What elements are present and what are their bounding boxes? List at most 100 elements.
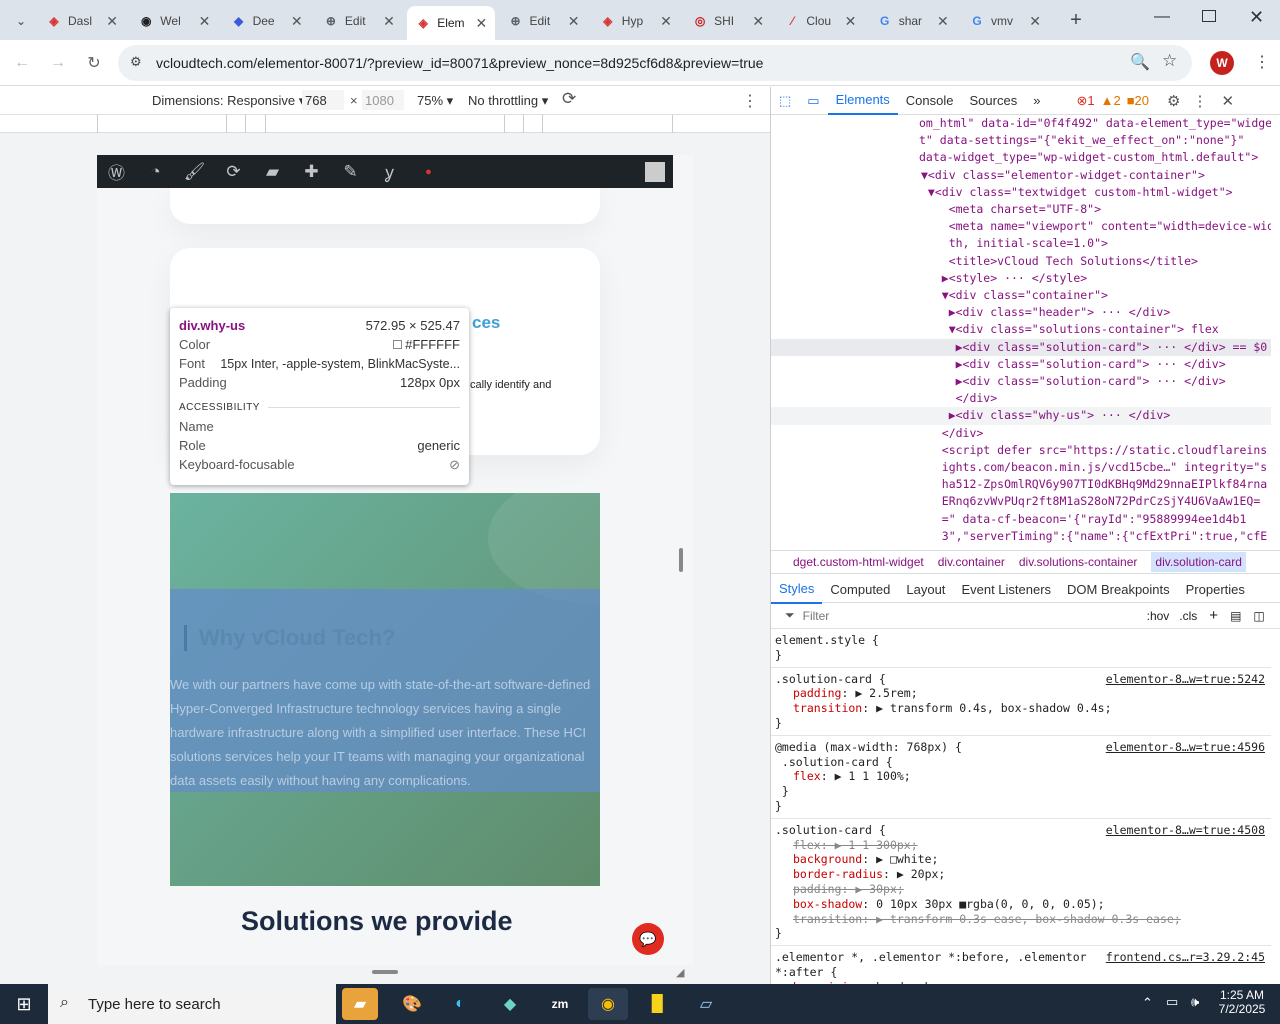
filter-input[interactable]: Filter [803, 609, 1123, 623]
devtools-close-icon[interactable]: ✕ [1221, 92, 1234, 110]
throttling-dropdown[interactable]: No throttling ▾ [468, 93, 548, 109]
breadcrumb-item[interactable]: dget.custom-html-widget [793, 555, 924, 569]
chrome-icon[interactable]: ◉ [588, 988, 628, 1020]
tab-close-icon[interactable]: ✕ [845, 13, 857, 30]
updates-icon[interactable]: ⟳ [214, 155, 253, 188]
dom-line[interactable]: <script defer src="https://static.cloudf… [771, 442, 1271, 459]
customize-brush-icon[interactable]: 🖌 [175, 155, 214, 188]
kebab-menu-icon[interactable]: ⋮ [1254, 52, 1270, 72]
wordpress-logo-icon[interactable]: Ⓦ [97, 155, 136, 188]
browser-tab[interactable]: ◎ SHI ✕ [684, 6, 772, 36]
dom-line[interactable]: ▶<div class="solution-card"> ··· </div> … [771, 338, 1271, 356]
dom-line[interactable]: ▶<div class="solution-card"> ··· </div> [771, 373, 1271, 390]
taskbar-search[interactable]: ⌕ Type here to search [48, 984, 336, 1024]
bookmark-star-icon[interactable]: ☆ [1162, 51, 1177, 71]
tab-close-icon[interactable]: ✕ [106, 13, 118, 30]
resize-corner-icon[interactable]: ◢ [676, 966, 684, 979]
browser-tab[interactable]: ⊕ Edit ✕ [500, 6, 588, 36]
browser-tab[interactable]: ◆ Dee ✕ [223, 6, 311, 36]
zoom-app-icon[interactable]: zm [540, 988, 580, 1020]
resize-handle-right[interactable] [679, 548, 683, 572]
dom-line[interactable]: th, initial-scale=1.0"> [771, 235, 1271, 252]
sticky-notes-icon[interactable]: ▉ [638, 988, 678, 1020]
dom-line[interactable]: ▶<div class="why-us"> ··· </div> [771, 407, 1271, 425]
css-property[interactable]: padding: ▶ 2.5rem; [775, 686, 1267, 701]
dom-line[interactable]: =" data-cf-beacon='{"rayId":"95889994ee1… [771, 511, 1271, 528]
hov-button[interactable]: :hov [1147, 609, 1170, 623]
styles-tab-properties[interactable]: Properties [1178, 576, 1253, 604]
address-bar[interactable]: ⚙ vcloudtech.com/elementor-80071/?previe… [118, 45, 1192, 81]
cls-button[interactable]: .cls [1179, 609, 1197, 623]
dom-line[interactable]: ha512-ZpsOmlRQV6y907TI0dKBHq9Md29nnaEIPl… [771, 476, 1271, 493]
styles-tab-dom-breakpoints[interactable]: DOM Breakpoints [1059, 576, 1178, 604]
minimize-button[interactable]: — [1154, 8, 1170, 26]
new-content-icon[interactable]: ✚ [292, 155, 331, 188]
rule-source-link[interactable]: elementor-8…w=true:5242 [1106, 672, 1265, 687]
tab-close-icon[interactable]: ✕ [1029, 13, 1041, 30]
tab-close-icon[interactable]: ✕ [199, 13, 211, 30]
tab-elements[interactable]: Elements [827, 87, 898, 115]
resize-handle-bottom[interactable] [372, 970, 398, 974]
tab-close-icon[interactable]: ✕ [568, 13, 580, 30]
close-window-button[interactable]: ✕ [1249, 7, 1264, 28]
notepad-icon[interactable]: ▱ [686, 988, 726, 1020]
css-property[interactable]: flex: ▶ 1 1 300px; [775, 838, 1267, 853]
dom-line[interactable]: data-widget_type="wp-widget-custom_html.… [771, 149, 1271, 166]
dom-line[interactable]: <meta name="viewport" content="width=dev… [771, 218, 1271, 235]
media-query-ruler[interactable] [0, 115, 770, 133]
device-options-icon[interactable]: ⋮ [742, 91, 758, 111]
dom-line[interactable]: ERnq6zvWvPUqr2ft8M1aS28oN72PdrCzSjY4U6Va… [771, 493, 1271, 510]
hidden-icons-chevron-icon[interactable]: ⌃ [1142, 995, 1153, 1011]
dom-line[interactable]: ▼<div class="textwidget custom-html-widg… [771, 184, 1271, 201]
tab-sources[interactable]: Sources [962, 87, 1026, 115]
css-property[interactable]: border-radius: ▶ 20px; [775, 867, 1267, 882]
dom-line[interactable]: <title>vCloud Tech Solutions</title> [771, 253, 1271, 270]
tab-close-icon[interactable]: ✕ [752, 13, 764, 30]
tab-console[interactable]: Console [898, 87, 962, 115]
browser-tab[interactable]: ◈ Elem ✕ [407, 6, 496, 40]
back-icon[interactable]: ← [9, 50, 35, 76]
tab-search-icon[interactable]: ⌄ [8, 8, 34, 34]
restore-button[interactable] [1202, 10, 1216, 22]
css-property[interactable]: box-shadow: 0 10px 30px ■rgba(0, 0, 0, 0… [775, 897, 1267, 912]
height-input[interactable]: 1080 [362, 90, 404, 110]
new-tab-button[interactable]: + [1064, 6, 1088, 34]
rule-source-link[interactable]: elementor-8…w=true:4596 [1106, 740, 1265, 755]
dom-line[interactable]: ▼<div class="elementor-widget-container"… [771, 167, 1271, 184]
browser-tab[interactable]: ⊕ Edit ✕ [315, 6, 403, 36]
file-explorer-icon[interactable]: ▰ [342, 988, 378, 1020]
browser-tab[interactable]: Gvmv ✕ [961, 6, 1049, 36]
dom-line[interactable]: ▶<div class="header"> ··· </div> [771, 304, 1271, 321]
volume-icon[interactable]: 🕪 [1191, 994, 1199, 1010]
sidebar-toggle-icon[interactable]: ◫ [1253, 609, 1264, 623]
css-property[interactable]: transition: ▶ transform 0.3s ease, box-s… [775, 912, 1267, 927]
dom-line[interactable]: ights.com/beacon.min.js/vcd15cbe…" integ… [771, 459, 1271, 476]
css-property[interactable]: transition: ▶ transform 0.4s, box-shadow… [775, 701, 1267, 716]
paint-app-icon[interactable]: 🎨 [392, 988, 432, 1020]
warning-count[interactable]: ▲2 [1101, 93, 1121, 108]
browser-tab[interactable]: ⁄ Clou ✕ [776, 6, 864, 36]
styles-tab-layout[interactable]: Layout [898, 576, 953, 604]
comments-icon[interactable]: ▰ [253, 155, 292, 188]
styles-tab-event-listeners[interactable]: Event Listeners [953, 576, 1059, 604]
edit-pencil-icon[interactable]: ✎ [331, 155, 370, 188]
css-property[interactable]: padding: ▶ 30px; [775, 882, 1267, 897]
dimensions-dropdown[interactable]: Dimensions: Responsive ▾ [152, 93, 305, 109]
breadcrumb-item[interactable]: div.solution-card [1151, 552, 1246, 572]
tab-close-icon[interactable]: ✕ [937, 13, 949, 30]
forward-icon[interactable]: → [45, 50, 71, 76]
browser-tab[interactable]: ◉ Wel ✕ [130, 6, 218, 36]
zoom-icon[interactable]: 🔍 [1130, 52, 1150, 72]
dom-line[interactable]: dge":true,"cfOrigin":true,"cfL4":true,"c… [771, 545, 1271, 547]
error-count[interactable]: ⊗1 [1076, 93, 1094, 109]
device-toggle-icon[interactable]: ▭ [799, 87, 827, 115]
seo-status-dot-icon[interactable]: ● [409, 155, 448, 188]
browser-tab[interactable]: Gshar ✕ [869, 6, 957, 36]
more-tabs-icon[interactable]: » [1025, 87, 1048, 115]
user-avatar[interactable] [645, 162, 665, 182]
dom-line[interactable]: 3","serverTiming":{"name":{"cfExtPri":tr… [771, 528, 1271, 545]
rule-source-link[interactable]: frontend.cs…r=3.29.2:45 [1106, 950, 1265, 965]
network-icon[interactable]: ▭ [1166, 994, 1178, 1010]
dom-line[interactable]: t" data-settings="{"ekit_we_effect_on":"… [771, 132, 1271, 149]
tab-close-icon[interactable]: ✕ [383, 13, 395, 30]
